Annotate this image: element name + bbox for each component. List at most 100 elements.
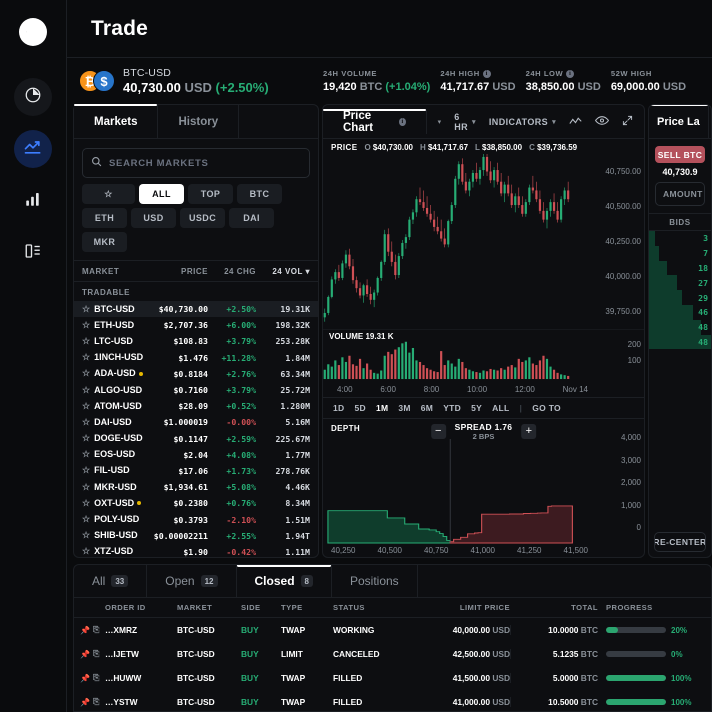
market-row[interactable]: ☆ LTC-USD $108.83 +3.79% 253.28K [74,333,318,349]
col-status[interactable]: STATUS [333,603,413,612]
market-row[interactable]: ☆ DOGE-USD $0.1147 +2.59% 225.67M [74,431,318,447]
info-icon[interactable]: i [566,69,575,78]
table-row[interactable]: 📌 ⎘ …IJETW BTC-USD BUY LIMIT CANCELED 42,500.00… [74,642,711,666]
star-icon[interactable]: ☆ [82,482,90,492]
filter-chip-top[interactable]: TOP [188,184,233,204]
tab-all[interactable]: All 33 [74,565,148,597]
eye-icon[interactable] [594,113,610,131]
copy-icon[interactable]: ⎘ [93,625,105,635]
star-icon[interactable]: ☆ [82,320,90,330]
pin-icon[interactable]: 📌 [80,626,93,635]
market-row[interactable]: ☆ OXT-USD $0.2380 +0.76% 8.34M [74,495,318,511]
bid-row[interactable]: 27 [649,275,711,291]
star-icon[interactable]: ☆ [82,514,90,524]
indicators-menu[interactable]: INDICATORS ▾ [489,117,556,127]
go-to-button[interactable]: GO TO [532,403,561,413]
coinbase-logo-icon[interactable] [17,16,49,48]
bid-row[interactable]: 48 [649,319,711,335]
market-row[interactable]: ☆ EOS-USD $2.04 +4.08% 1.77M [74,447,318,463]
filter-chip-eth[interactable]: ETH [82,208,127,228]
star-icon[interactable]: ☆ [82,417,90,427]
star-icon[interactable]: ☆ [82,530,90,540]
col-side[interactable]: SIDE [241,603,281,612]
expand-icon[interactable] [622,113,633,131]
market-row[interactable]: ☆ DAI-USD $1.000019 -0.00% 5.16M [74,414,318,430]
col-market[interactable]: MARKET [82,267,146,276]
filter-chip-usdc[interactable]: USDC [180,208,226,228]
re-center-button[interactable]: RE-CENTER [654,532,706,552]
table-row[interactable]: 📌 ⎘ …XMRZ BTC-USD BUY TWAP WORKING 40,000.00 US… [74,618,711,642]
range-all[interactable]: ALL [492,403,509,413]
star-icon[interactable]: ☆ [82,433,90,443]
market-row[interactable]: ☆ BTC-USD $40,730.00 +2.50% 19.31K [74,301,318,318]
interval-selector[interactable]: 6 HR ▾ [454,112,476,132]
col-24chg[interactable]: 24 CHG [208,267,256,276]
market-row[interactable]: ☆ 1INCH-USD $1.476 +11.28% 1.84M [74,350,318,366]
market-row[interactable]: ☆ POLY-USD $0.3793 -2.10% 1.51M [74,511,318,527]
col-progress[interactable]: PROGRESS [606,603,699,612]
search-markets-box[interactable] [82,148,310,178]
col-limit-price[interactable]: LIMIT PRICE [413,603,510,612]
tab-closed[interactable]: Closed 8 [236,565,332,597]
bid-row[interactable]: 46 [649,304,711,320]
star-icon[interactable]: ☆ [82,385,90,395]
sidebar-item-reports[interactable] [14,234,52,272]
sidebar-item-portfolio[interactable] [14,78,52,116]
tab-price-ladder[interactable]: Price La [649,105,709,138]
info-icon[interactable]: i [482,69,491,78]
info-icon[interactable]: i [398,117,406,126]
range-ytd[interactable]: YTD [443,403,461,413]
range-6m[interactable]: 6M [421,403,433,413]
star-icon[interactable]: ☆ [82,352,90,362]
star-icon[interactable]: ☆ [82,449,90,459]
filter-chip-mkr[interactable]: MKR [82,232,127,252]
candlestick-chart[interactable]: 40,750.00 40,500.00 40,250.00 40,000.00 39,7… [323,152,644,329]
sidebar-item-trade[interactable] [14,130,52,168]
tab-positions[interactable]: Positions [332,565,418,597]
bid-row[interactable]: 48 [649,334,711,350]
market-row[interactable]: ☆ SHIB-USD $0.00002211 +2.55% 1.94T [74,528,318,544]
filter-chip-usd[interactable]: USD [131,208,176,228]
bid-row[interactable]: 18 [649,260,711,276]
star-icon[interactable]: ☆ [82,336,90,346]
col-type[interactable]: TYPE [281,603,333,612]
bid-row[interactable]: 7 [649,245,711,261]
range-1d[interactable]: 1D [333,403,344,413]
tab-open[interactable]: Open 12 [147,565,237,597]
col-filled[interactable]: F [699,603,711,612]
filter-chip-all[interactable]: ALL [139,184,184,204]
filter-chip-dai[interactable]: DAI [229,208,275,228]
market-row[interactable]: ☆ ETH-USD $2,707.36 +6.00% 198.32K [74,317,318,333]
market-row[interactable]: ☆ XTZ-USD $1.90 -0.42% 1.11M [74,544,318,557]
pin-icon[interactable]: 📌 [80,698,93,707]
search-input[interactable] [109,157,301,169]
pin-icon[interactable]: 📌 [80,674,93,683]
range-5d[interactable]: 5D [354,403,365,413]
star-icon[interactable]: ☆ [82,498,90,508]
line-style-icon[interactable] [569,113,582,131]
market-row[interactable]: ☆ FIL-USD $17.06 +1.73% 278.76K [74,463,318,479]
filter-favorites-icon[interactable]: ☆ [82,184,135,204]
col-order-market[interactable]: MARKET [177,603,241,612]
pin-icon[interactable]: 📌 [80,650,93,659]
tab-history[interactable]: History [158,105,240,138]
star-icon[interactable]: ☆ [82,465,90,475]
table-row[interactable]: 📌 ⎘ …HUWW BTC-USD BUY TWAP FILLED 41,500.00 USD… [74,666,711,690]
pair-summary[interactable]: ₿ $ BTC-USD 40,730.00 USD (+2.50%) [67,67,313,95]
market-row[interactable]: ☆ ATOM-USD $28.09 +0.52% 1.280M [74,398,318,414]
star-icon[interactable]: ☆ [82,546,90,556]
star-icon[interactable]: ☆ [82,304,90,314]
range-1m[interactable]: 1M [376,403,388,413]
market-row[interactable]: ☆ MKR-USD $1,934.61 +5.08% 4.46K [74,479,318,495]
col-price[interactable]: PRICE [146,267,208,276]
col-order-id[interactable]: ORDER ID [105,603,177,612]
copy-icon[interactable]: ⎘ [93,697,105,707]
table-row[interactable]: 📌 ⎘ …YSTW BTC-USD BUY TWAP FILLED 41,000.00 USD… [74,690,711,711]
bid-row[interactable]: 29 [649,290,711,305]
star-icon[interactable]: ☆ [82,401,90,411]
market-row[interactable]: ☆ ALGO-USD $0.7160 +3.79% 25.72M [74,382,318,398]
sidebar-item-analytics[interactable] [14,182,52,220]
bid-row[interactable]: 3 [649,231,711,246]
market-row[interactable]: ☆ ADA-USD $0.8184 +2.76% 63.34M [74,366,318,382]
range-3m[interactable]: 3M [398,403,410,413]
